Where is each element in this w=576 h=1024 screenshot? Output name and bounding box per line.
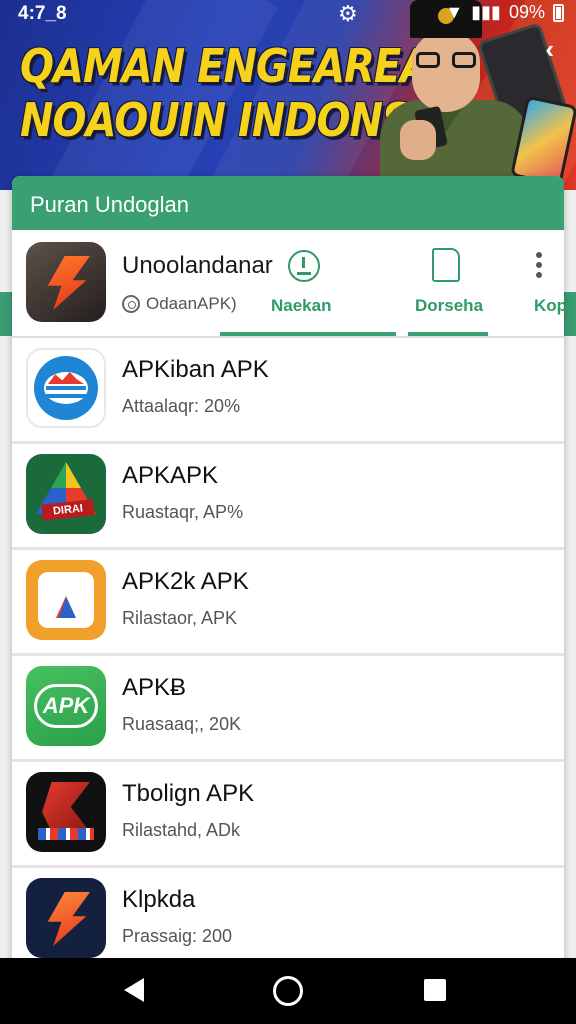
app-status: Attaalaqr: 20% [122, 396, 241, 416]
clock-icon[interactable] [288, 250, 320, 282]
list-item[interactable]: Tbolign APK Rilastahd, ADk [12, 762, 564, 868]
back-icon[interactable] [124, 978, 144, 1002]
status-time: 4:7_8 [18, 3, 67, 24]
app-status: Ruastaqr, AP% [122, 502, 244, 522]
app-list: APKiban APK Attaalaqr: 20% DIRAI APKAPK … [12, 338, 564, 974]
chevron-left-icon[interactable]: ‹ [545, 34, 554, 65]
battery-icon [553, 3, 564, 22]
battery-percent: 09% [508, 2, 545, 22]
app-status: Rilastaor, APK [122, 608, 238, 628]
wifi-icon: ▼ [445, 2, 464, 22]
banner-person-illustration [360, 0, 576, 190]
document-icon[interactable] [432, 248, 460, 282]
card-header-title: Puran Undoglan [12, 176, 564, 230]
app-status: Ruasaaq;, 20K [122, 714, 242, 734]
tab-dorseha[interactable]: Dorseha [415, 296, 483, 316]
hand-illustration [400, 120, 436, 160]
promo-banner[interactable]: QAMAN ENGEAREAN NOAOUIN INDONSII [0, 0, 576, 190]
home-icon[interactable] [273, 976, 303, 1006]
app-name: APKiban APK [122, 356, 269, 383]
glasses-illustration [416, 52, 476, 68]
top-app-status-text: OdaanAPK) [146, 294, 237, 313]
more-vert-icon[interactable] [536, 252, 544, 282]
top-app-row[interactable]: Unoolandanar OdaanAPK) Naekan Dorseha Ko… [12, 230, 564, 338]
app-status: Prassaig: 200 [122, 926, 233, 946]
navy-bolt-icon [26, 878, 106, 958]
status-ring-icon [122, 295, 140, 313]
blue-wave-icon [26, 348, 106, 428]
download-card: Puran Undoglan Unoolandanar OdaanAPK) Na… [12, 176, 564, 976]
multicolor-a-icon: DIRAI [26, 454, 106, 534]
orange-triangle-icon [26, 560, 106, 640]
tab-naekan[interactable]: Naekan [271, 296, 331, 316]
recents-icon[interactable] [424, 979, 446, 1001]
face-illustration [412, 32, 480, 112]
app-name: Tbolign APK [122, 780, 255, 807]
list-item[interactable]: APKiban APK Attaalaqr: 20% [12, 338, 564, 444]
bolt-app-icon [26, 242, 106, 322]
gear-icon: ⚙ [338, 1, 358, 26]
top-app-name: Unoolandanar [122, 252, 273, 279]
status-bar: 4:7_8 ⚙ ▼ ▮▮▮ 09% [0, 0, 576, 28]
app-status: Rilastahd, ADk [122, 820, 241, 840]
list-item[interactable]: APK APKɃ Ruasaaq;, 20K [12, 656, 564, 762]
apk-badge-icon: APK [26, 666, 106, 746]
dark-x-icon [26, 772, 106, 852]
app-name: Klpkda [122, 886, 196, 913]
app-name: APKɃ [122, 674, 187, 701]
app-name: APKAPK [122, 462, 219, 489]
list-item[interactable]: APK2k APK Rilastaor, APK [12, 550, 564, 656]
top-app-status: OdaanAPK) [122, 294, 237, 314]
list-item[interactable]: DIRAI APKAPK Ruastaqr, AP% [12, 444, 564, 550]
app-name: APK2k APK [122, 568, 249, 595]
signal-icon: ▮▮▮ [471, 2, 501, 22]
tab-kop[interactable]: Kop [534, 296, 564, 316]
system-nav-bar [0, 958, 576, 1024]
